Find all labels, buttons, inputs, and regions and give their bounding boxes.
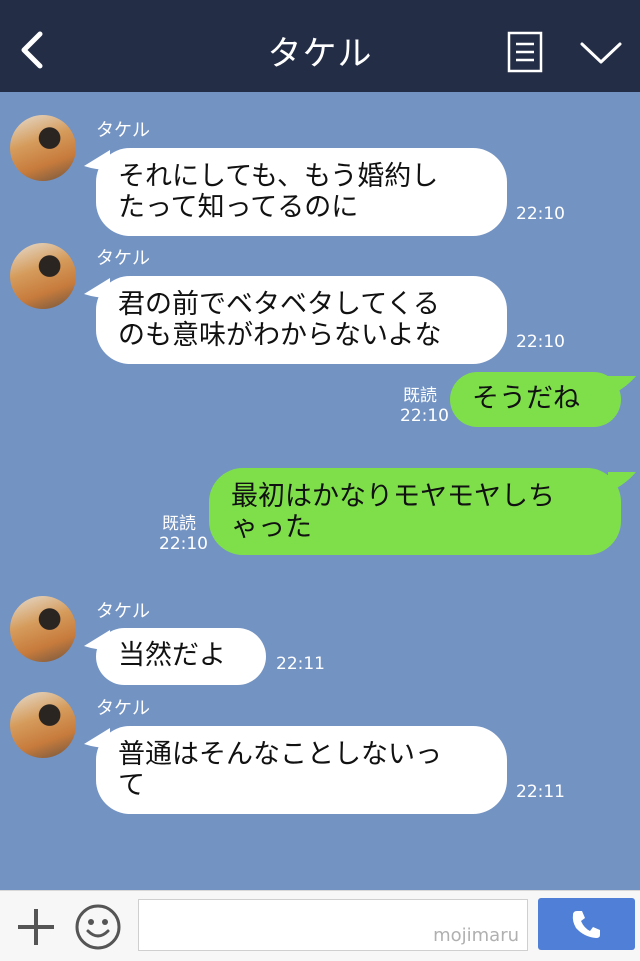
- message-bubble[interactable]: それにしても、もう婚約し たって知ってるのに: [96, 148, 507, 236]
- message-time: 22:10: [400, 406, 449, 426]
- watermark: mojimaru: [433, 925, 519, 946]
- sender-name: タケル: [96, 698, 150, 719]
- bubble-tail: [608, 472, 636, 492]
- chevron-down-icon[interactable]: [578, 38, 624, 68]
- message-bubble[interactable]: 君の前でベタベタしてくる のも意味がわからないよな: [96, 276, 507, 364]
- message-time: 22:10: [516, 332, 565, 352]
- bubble-tail: [608, 376, 636, 396]
- notes-icon[interactable]: [506, 30, 544, 74]
- chat-header: タケル: [0, 0, 640, 92]
- message-time: 22:11: [276, 654, 325, 674]
- avatar[interactable]: [10, 692, 76, 758]
- phone-icon: [572, 911, 600, 938]
- sender-name: タケル: [96, 248, 150, 269]
- plus-icon[interactable]: [14, 905, 58, 949]
- message-bubble[interactable]: 当然だよ: [96, 628, 266, 685]
- message-time: 22:10: [516, 204, 565, 224]
- read-receipt: 既読: [162, 514, 196, 534]
- avatar[interactable]: [10, 243, 76, 309]
- message-time: 22:11: [516, 782, 565, 802]
- message-input[interactable]: mojimaru: [138, 899, 528, 951]
- read-receipt: 既読: [403, 386, 437, 406]
- message-bubble[interactable]: 普通はそんなことしないっ て: [96, 726, 507, 814]
- message-bubble[interactable]: 最初はかなりモヤモヤしち ゃった: [209, 468, 621, 555]
- input-bar: mojimaru: [0, 890, 640, 961]
- message-time: 22:10: [159, 534, 208, 554]
- sender-name: タケル: [96, 120, 150, 141]
- avatar[interactable]: [10, 115, 76, 181]
- call-button[interactable]: [538, 898, 635, 950]
- sender-name: タケル: [96, 601, 150, 622]
- smile-icon[interactable]: [74, 903, 122, 951]
- message-bubble[interactable]: そうだね: [450, 372, 621, 427]
- chat-title: タケル: [267, 34, 373, 74]
- avatar[interactable]: [10, 596, 76, 662]
- message-list[interactable]: タケル それにしても、もう婚約し たって知ってるのに 22:10 タケル 君の前…: [0, 92, 640, 890]
